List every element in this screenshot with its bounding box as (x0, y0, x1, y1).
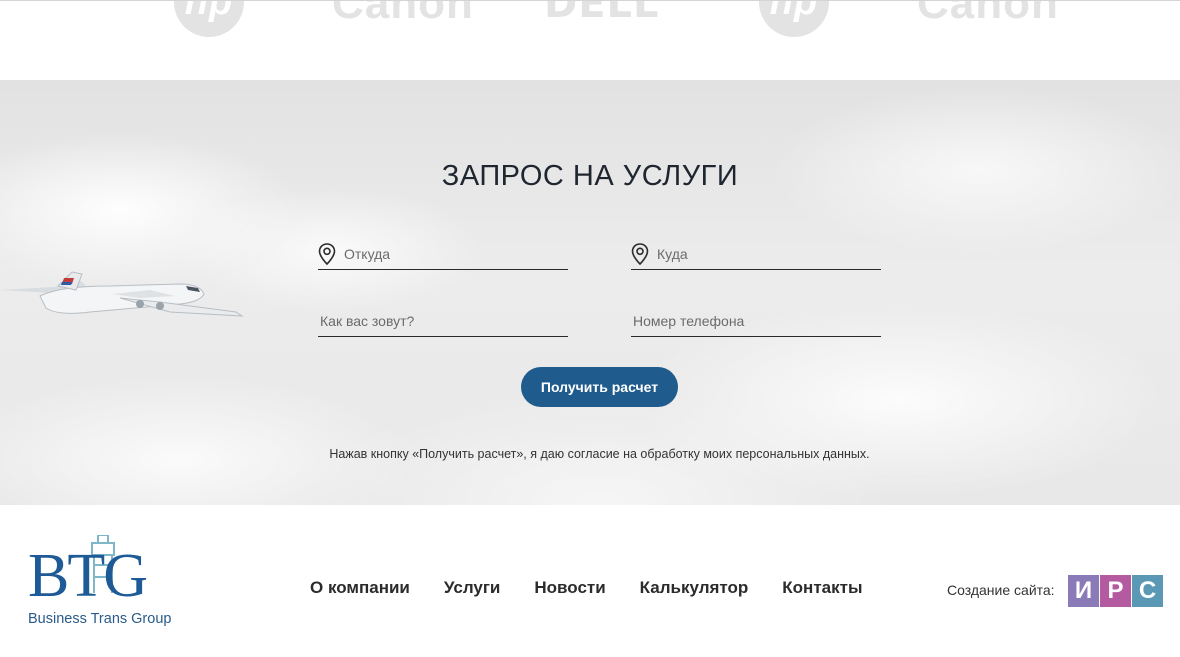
footer: BTG Business Trans Group О компании Услу… (0, 505, 1180, 657)
btg-logo[interactable]: BTG Business Trans Group (28, 535, 188, 630)
logo-subtitle: Business Trans Group (28, 611, 172, 627)
canon-logo: Canon (917, 0, 1059, 28)
from-field[interactable] (318, 238, 568, 270)
map-pin-icon (631, 242, 649, 265)
canon-logo: Canon (332, 0, 474, 28)
logo-letters: BTG (28, 542, 148, 610)
studio-logo[interactable]: И Р С (1068, 575, 1164, 607)
phone-field[interactable] (631, 305, 881, 337)
studio-letter: Р (1100, 575, 1131, 607)
name-input[interactable] (318, 312, 568, 329)
phone-input[interactable] (631, 312, 881, 329)
footer-nav: О компании Услуги Новости Калькулятор Ко… (310, 578, 896, 598)
made-by-label: Создание сайта: (947, 582, 1055, 598)
request-title: ЗАПРОС НА УСЛУГИ (441, 160, 739, 192)
nav-about[interactable]: О компании (310, 578, 410, 598)
name-field[interactable] (318, 305, 568, 337)
to-input[interactable] (655, 245, 881, 262)
nav-contacts[interactable]: Контакты (782, 578, 862, 598)
nav-news[interactable]: Новости (534, 578, 605, 598)
dell-logo: DELL (544, 0, 660, 27)
hp-logo: hp (759, 1, 829, 37)
studio-letter: С (1132, 575, 1163, 607)
airplane-image (0, 271, 244, 317)
hp-logo: hp (174, 1, 244, 37)
map-pin-icon (318, 242, 336, 265)
from-input[interactable] (342, 245, 568, 262)
nav-calculator[interactable]: Калькулятор (640, 578, 749, 598)
get-quote-button[interactable]: Получить расчет (521, 367, 678, 407)
partner-logos-strip: hp Canon DELL hp Canon (0, 0, 1180, 80)
service-request-section: ЗАПРОС НА УСЛУГИ Получить расчет Нажав к… (0, 80, 1180, 505)
studio-letter: И (1068, 575, 1099, 607)
consent-text: Нажав кнопку «Получить расчет», я даю со… (329, 447, 870, 461)
nav-services[interactable]: Услуги (444, 578, 501, 598)
to-field[interactable] (631, 238, 881, 270)
